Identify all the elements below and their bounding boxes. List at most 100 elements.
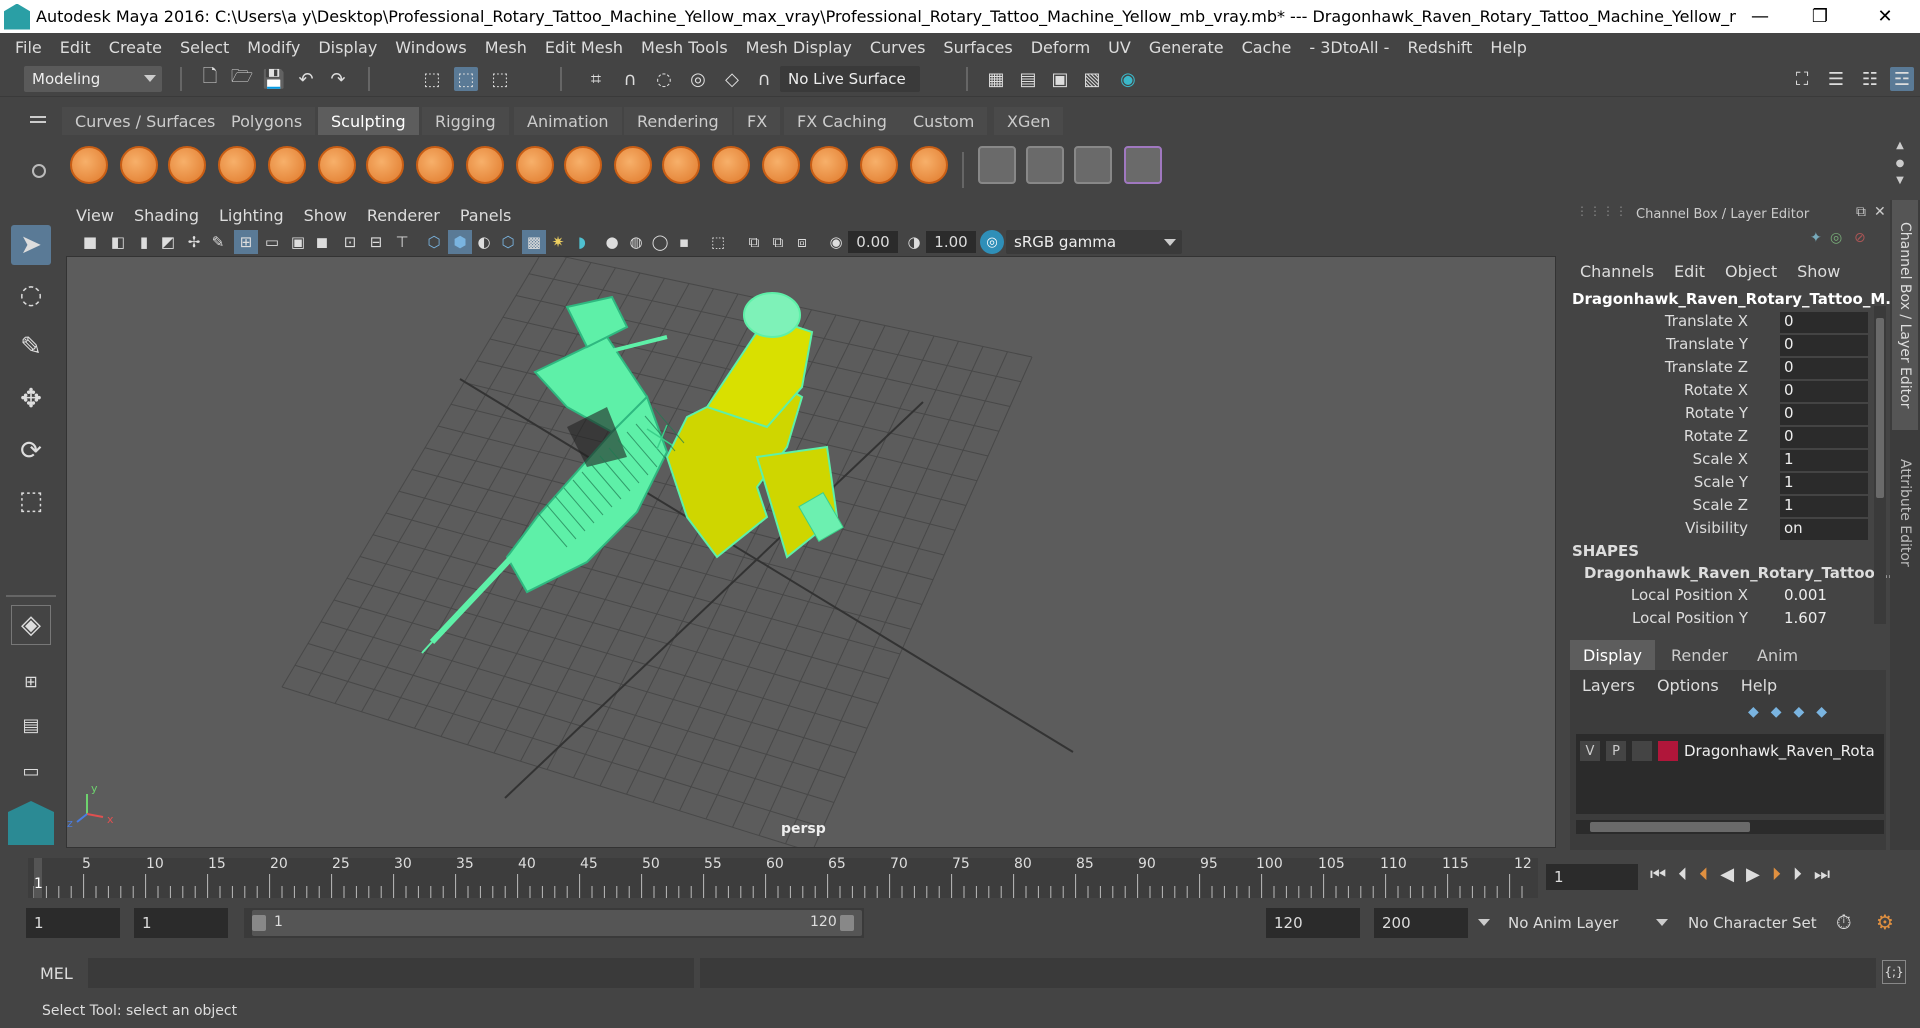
- grid-toggle-icon[interactable]: ⊞: [234, 230, 258, 254]
- menu-windows[interactable]: Windows: [386, 38, 475, 57]
- magnet-icon[interactable]: ∩: [752, 67, 776, 91]
- menu-edit-mesh[interactable]: Edit Mesh: [536, 38, 632, 57]
- float-panel-icon[interactable]: ⧉: [1856, 204, 1866, 220]
- color-management-icon[interactable]: ◎: [980, 230, 1004, 254]
- channel-row[interactable]: Translate Z 0: [1568, 358, 1868, 380]
- channel-value[interactable]: 0: [1780, 335, 1868, 356]
- flatten-tool-icon[interactable]: [318, 146, 356, 184]
- channel-row[interactable]: Translate Y 0: [1568, 335, 1868, 357]
- auto-key-icon[interactable]: ⏱: [1836, 910, 1852, 934]
- depth-of-field-icon[interactable]: ▪: [672, 230, 696, 254]
- shelf-tab-custom[interactable]: Custom: [900, 107, 988, 135]
- end-time-field[interactable]: 200: [1374, 908, 1468, 938]
- camera-icon[interactable]: ■: [78, 230, 102, 254]
- object-menu[interactable]: Object: [1725, 262, 1777, 281]
- single-perspective-layout-icon[interactable]: ◈: [11, 605, 51, 645]
- step-back-key-icon[interactable]: ⏴: [1699, 864, 1708, 885]
- blend-shape-icon[interactable]: [1074, 146, 1112, 184]
- step-back-icon[interactable]: ⏴: [1678, 864, 1687, 885]
- channels-menu[interactable]: Channels: [1580, 262, 1654, 281]
- render-settings-icon[interactable]: ▦: [984, 67, 1008, 91]
- viewport-menu-lighting[interactable]: Lighting: [209, 206, 294, 225]
- layer-playback-toggle[interactable]: P: [1606, 741, 1626, 761]
- color-space-dropdown[interactable]: sRGB gamma: [1006, 230, 1182, 254]
- shape-name[interactable]: Dragonhawk_Raven_Rotary_Tattoo_...: [1584, 564, 1899, 582]
- menu-display[interactable]: Display: [309, 38, 386, 57]
- xray-icon[interactable]: ⧉: [742, 230, 766, 254]
- wireframe-on-shaded-icon[interactable]: ◐: [472, 230, 496, 254]
- options-menu[interactable]: Options: [1657, 676, 1719, 695]
- smooth-shade-icon[interactable]: ⬢: [448, 230, 472, 254]
- layer-visibility-toggle[interactable]: V: [1580, 741, 1600, 761]
- channel-value[interactable]: 1: [1780, 496, 1868, 517]
- layer-row[interactable]: V P Dragonhawk_Raven_Rotar: [1580, 738, 1880, 764]
- select-hierarchy-icon[interactable]: ⬚: [420, 67, 444, 91]
- menu-help[interactable]: Help: [1481, 38, 1535, 57]
- bulge-tool-icon[interactable]: [810, 146, 848, 184]
- script-editor-icon[interactable]: {;}: [1882, 960, 1906, 984]
- film-gate-icon[interactable]: ▭: [260, 230, 284, 254]
- show-menu[interactable]: Show: [1797, 262, 1840, 281]
- foamy-tool-icon[interactable]: [366, 146, 404, 184]
- channel-value[interactable]: 0: [1780, 427, 1868, 448]
- repeat-tool-icon[interactable]: [466, 146, 504, 184]
- paint-select-tool-icon[interactable]: ✎: [11, 327, 51, 367]
- go-to-start-icon[interactable]: ⏮: [1650, 864, 1666, 885]
- imprint-tool-icon[interactable]: [516, 146, 554, 184]
- perspective-viewport[interactable]: y x z persp: [66, 256, 1556, 848]
- layer-tab-render[interactable]: Render: [1658, 640, 1741, 670]
- menu-file[interactable]: File: [6, 38, 51, 57]
- time-slider[interactable]: 1 5 10 15 20 25 30 35 40 45 50 55 60 65 …: [20, 852, 1540, 898]
- snap-curve-icon[interactable]: ∩: [618, 67, 642, 91]
- channel-row[interactable]: Visibility on: [1568, 519, 1868, 541]
- scrape-tool-icon[interactable]: [614, 146, 652, 184]
- channel-value[interactable]: 1: [1780, 473, 1868, 494]
- fill-tool-icon[interactable]: [662, 146, 700, 184]
- close-panel-icon[interactable]: ✕: [1874, 204, 1886, 220]
- edit-menu[interactable]: Edit: [1674, 262, 1705, 281]
- relax-tool-icon[interactable]: [168, 146, 206, 184]
- minimize-button[interactable]: —: [1730, 0, 1790, 33]
- live-surface-field[interactable]: No Live Surface: [780, 66, 920, 92]
- ambient-occlusion-icon[interactable]: ●: [600, 230, 624, 254]
- snap-view-icon[interactable]: ◎: [686, 67, 710, 91]
- menu-mesh[interactable]: Mesh: [476, 38, 536, 57]
- help-menu[interactable]: Help: [1741, 676, 1777, 695]
- wax-tool-icon[interactable]: [564, 146, 602, 184]
- sculpt-mesh-icon[interactable]: [1026, 146, 1064, 184]
- shelf-tab-polygons[interactable]: Polygons: [218, 107, 316, 135]
- spray-tool-icon[interactable]: [416, 146, 454, 184]
- render-view-icon[interactable]: ▤: [1016, 67, 1040, 91]
- side-tab-channel-box[interactable]: Channel Box / Layer Editor: [1892, 200, 1918, 430]
- shelf-tab-fx-caching[interactable]: FX Caching: [784, 107, 900, 135]
- camera-attributes-icon[interactable]: ◧: [106, 230, 130, 254]
- gamma-icon[interactable]: ◑: [902, 230, 926, 254]
- safe-action-icon[interactable]: ⊟: [364, 230, 388, 254]
- layer-name[interactable]: Dragonhawk_Raven_Rotar: [1684, 742, 1874, 760]
- drag-handle-icon[interactable]: ⋮⋮⋮⋮: [1576, 204, 1628, 218]
- viewport-menu-show[interactable]: Show: [294, 206, 357, 225]
- scale-tool-icon[interactable]: ⬚: [11, 481, 51, 521]
- textured-icon[interactable]: ⬡: [496, 230, 520, 254]
- restore-button[interactable]: ❐: [1790, 0, 1850, 33]
- undo-icon[interactable]: ↶: [294, 67, 318, 91]
- shelf-scroll[interactable]: ▲ ● ▼: [1894, 140, 1906, 186]
- channel-row[interactable]: Local Position X 0.001: [1568, 586, 1868, 608]
- render-globals-icon[interactable]: ▧: [1080, 67, 1104, 91]
- rotate-tool-icon[interactable]: ⟳: [11, 431, 51, 471]
- attribute-editor-icon[interactable]: ☰: [1824, 67, 1848, 91]
- gamma-field[interactable]: 1.00: [926, 231, 976, 253]
- modeling-toolkit-icon[interactable]: ⛶: [1790, 67, 1814, 91]
- channel-row[interactable]: Scale Z 1: [1568, 496, 1868, 518]
- viewport-menu-panels[interactable]: Panels: [450, 206, 522, 225]
- field-chart-icon[interactable]: ⊡: [338, 230, 362, 254]
- open-scene-icon[interactable]: 🗁: [230, 66, 254, 91]
- object-name[interactable]: Dragonhawk_Raven_Rotary_Tattoo_M...: [1572, 290, 1902, 308]
- convert-to-frozen-icon[interactable]: [978, 146, 1016, 184]
- menu-mesh-tools[interactable]: Mesh Tools: [632, 38, 737, 57]
- channel-row[interactable]: Rotate Y 0: [1568, 404, 1868, 426]
- animation-preferences-icon[interactable]: ⚙: [1876, 910, 1894, 934]
- chevron-down-icon[interactable]: [1478, 910, 1496, 936]
- isolate-select-icon[interactable]: ⬚: [706, 230, 730, 254]
- use-default-material-icon[interactable]: ▩: [522, 230, 546, 254]
